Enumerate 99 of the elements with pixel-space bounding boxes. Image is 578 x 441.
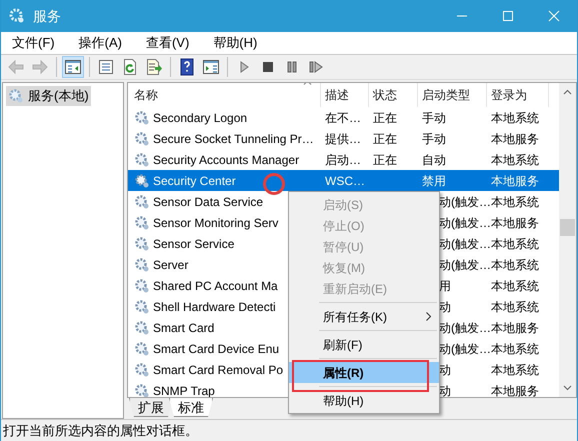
tab[interactable]: 扩展 [129, 398, 173, 417]
table-cell: 本地系统 [491, 236, 539, 250]
table-cell: 启动… [325, 152, 361, 166]
service-name[interactable]: Server [153, 256, 188, 274]
table-cell: 本地服务 [491, 320, 539, 334]
gear-icon [134, 256, 150, 272]
table-cell: 本地服务 [491, 132, 539, 146]
status-text: 打开当前所选内容的属性对话框。 [3, 422, 198, 440]
refresh-icon [121, 58, 139, 76]
gear-icon [134, 172, 150, 188]
service-name[interactable]: Shell Hardware Detecti [153, 298, 276, 316]
table-cell: 本地服务 [491, 384, 539, 397]
service-name[interactable]: Sensor Monitoring Serv [153, 214, 278, 232]
console-tree-icon [64, 58, 82, 76]
table-cell: WSC… [325, 174, 365, 188]
service-name[interactable]: Smart Card [153, 318, 214, 336]
scroll-down-icon[interactable] [563, 385, 572, 391]
gear-icon [134, 340, 150, 356]
gear-icon [134, 278, 150, 294]
table-cell: 动(触发… [439, 194, 491, 208]
menu-item[interactable]: 刷新(F) [289, 334, 439, 355]
table-cell: 本地系统 [491, 258, 539, 272]
export-list-icon [145, 58, 163, 76]
gear-icon [134, 214, 150, 230]
gear-icon [8, 88, 24, 104]
gear-icon [134, 130, 150, 146]
tree-item[interactable]: 服务(本地) [6, 86, 91, 106]
table-cell: 动 [439, 384, 451, 397]
service-name[interactable]: Secure Socket Tunneling Pr… [153, 130, 314, 148]
table-cell: 动(触发… [439, 320, 491, 334]
table-cell: 本地系统 [491, 278, 539, 292]
gear-icon [9, 8, 25, 24]
gear-icon [134, 320, 150, 336]
service-name[interactable]: Security Center [153, 172, 236, 190]
list-window-icon [97, 58, 115, 76]
column-header[interactable]: 状态 [369, 83, 418, 107]
forward-arrow-icon [31, 58, 49, 76]
table-cell: 手动 [422, 132, 446, 146]
service-name[interactable]: Sensor Data Service [153, 192, 264, 210]
table-cell: 本地服务 [491, 174, 539, 188]
table-cell: 提供… [325, 132, 361, 146]
scroll-thumb[interactable] [560, 219, 575, 236]
console-tree-button[interactable] [62, 56, 84, 78]
table-cell: 本地系统 [491, 110, 539, 124]
window-title: 服务 [33, 6, 61, 26]
table-cell: 动(触发… [439, 216, 491, 230]
table-cell: 动(触发… [439, 258, 491, 272]
menu-item[interactable]: 所有任务(K) [289, 306, 439, 327]
service-name[interactable]: Security Accounts Manager [153, 150, 300, 168]
action-pane-icon [202, 58, 220, 76]
table-cell: 本地系统 [491, 300, 539, 314]
gear-icon [134, 194, 150, 210]
menu-item[interactable]: 文件(F) [5, 33, 62, 53]
table-cell: 手动 [422, 110, 446, 124]
column-header[interactable]: 描述 [321, 83, 369, 107]
gear-icon [134, 236, 150, 252]
gear-icon [134, 382, 150, 397]
table-cell: 正在 [373, 132, 397, 146]
help-book-icon [178, 58, 196, 76]
menu-item[interactable]: 属性(R) [289, 362, 439, 383]
column-header[interactable]: 登录为 [487, 83, 549, 107]
table-cell: 用 [439, 278, 451, 292]
service-name[interactable]: Shared PC Account Ma [153, 276, 278, 294]
column-header[interactable]: 名称 [128, 83, 321, 107]
service-name[interactable]: SNMP Trap [153, 382, 215, 397]
gear-icon [134, 152, 150, 168]
gear-icon [134, 298, 150, 314]
service-name[interactable]: Smart Card Device Enu [153, 340, 280, 358]
table-cell: 禁用 [422, 174, 446, 188]
table-cell: 动 [439, 300, 451, 314]
table-cell: 正在 [373, 110, 397, 124]
close-icon [548, 10, 560, 22]
gear-icon [134, 362, 150, 378]
scroll-up-icon[interactable] [563, 89, 572, 95]
menu-item[interactable]: 操作(A) [72, 33, 129, 53]
table-cell: 正在 [373, 152, 397, 166]
back-arrow-icon [7, 58, 25, 76]
table-cell: 本地系统 [491, 152, 539, 166]
service-name[interactable]: Secondary Logon [153, 108, 248, 126]
table-cell: 本地服务 [491, 216, 539, 230]
service-name[interactable]: Smart Card Removal Po [153, 360, 284, 378]
menu-item[interactable]: 帮助(H) [206, 33, 264, 53]
scrollbar[interactable] [559, 83, 576, 397]
table-cell: 本地系统 [491, 194, 539, 208]
resume-icon [307, 58, 325, 76]
table-cell: 动(触发… [439, 342, 491, 356]
column-header[interactable]: 启动类型 [418, 83, 487, 107]
gear-icon [134, 110, 150, 126]
tab[interactable]: 标准 [169, 398, 213, 417]
menu-item[interactable]: 帮助(H) [289, 390, 439, 411]
service-name[interactable]: Sensor Service [153, 234, 234, 252]
table-cell: 动(触发… [439, 236, 491, 250]
table-cell: 动 [439, 362, 451, 376]
menu-item[interactable]: 查看(V) [138, 33, 196, 53]
table-cell: 在不… [325, 110, 361, 124]
maximize-icon [502, 10, 514, 22]
table-cell: 自动 [422, 152, 446, 166]
table-cell: 本地系统 [491, 342, 539, 356]
table-cell: 本地系统 [491, 362, 539, 376]
